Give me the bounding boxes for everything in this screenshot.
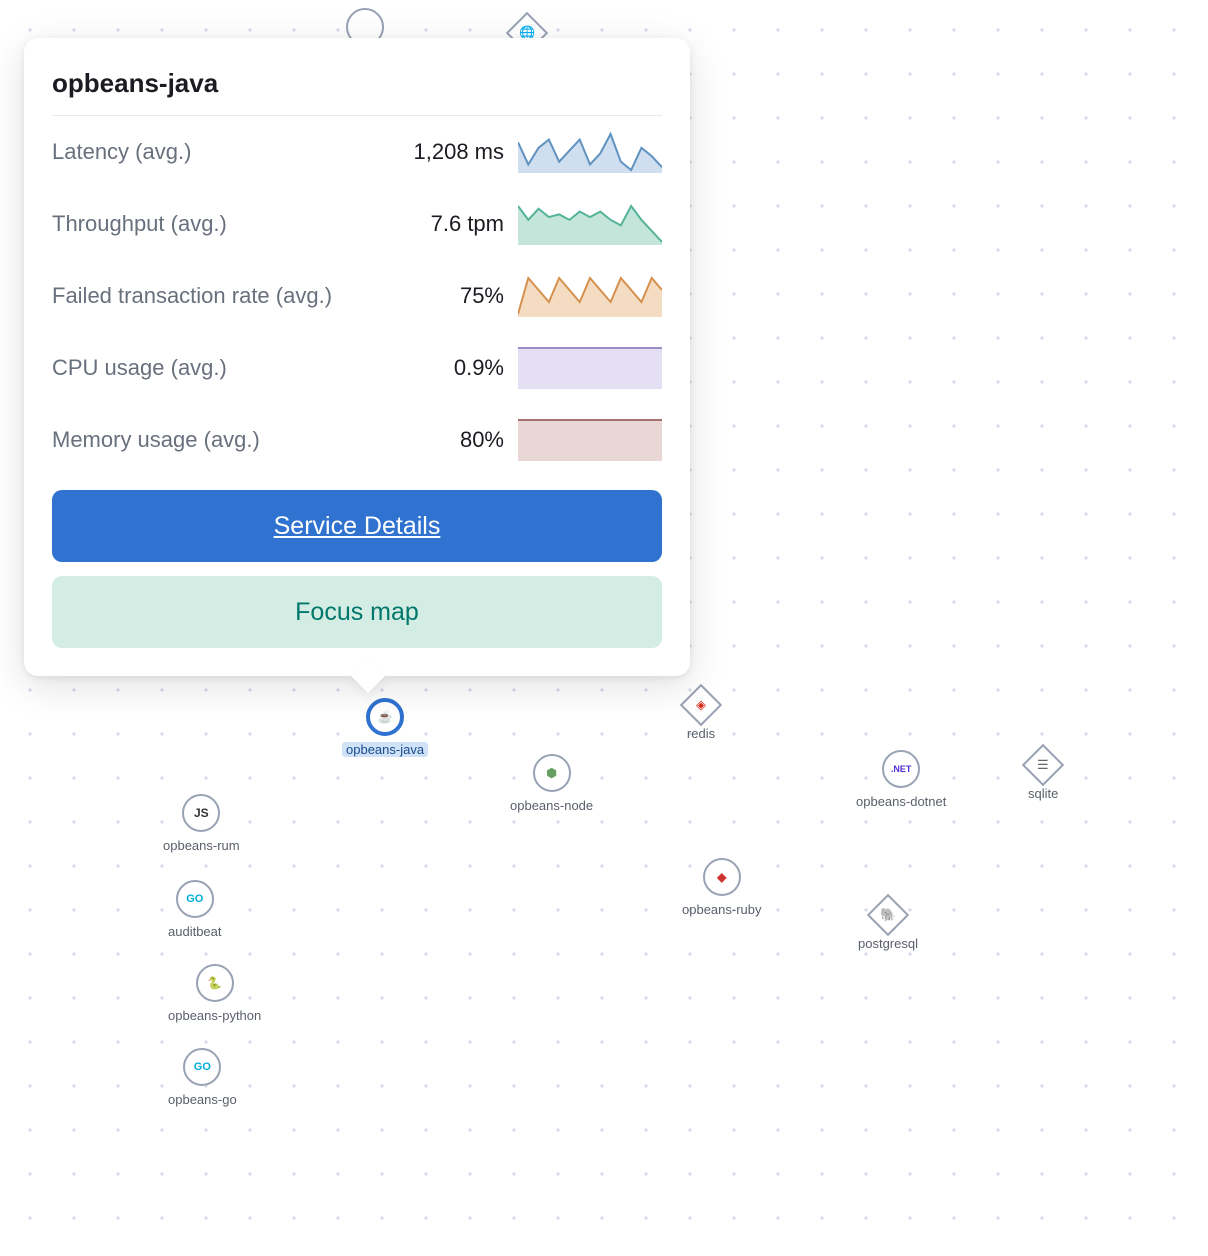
- circle-icon: ◆: [703, 858, 741, 896]
- circle-icon: GO: [176, 880, 214, 918]
- diamond-icon: 🐘: [867, 894, 909, 936]
- node-label: opbeans-node: [510, 798, 593, 813]
- circle-icon: 🐍: [196, 964, 234, 1002]
- node-opbeans-python[interactable]: 🐍 opbeans-python: [168, 964, 261, 1023]
- node-postgresql[interactable]: 🐘postgresql: [858, 900, 918, 951]
- node-label: opbeans-ruby: [682, 902, 762, 917]
- node-label: opbeans-python: [168, 1008, 261, 1023]
- node-redis[interactable]: ◈redis: [686, 690, 716, 741]
- metric-row: Latency (avg.) 1,208 ms: [52, 116, 662, 188]
- node-label: redis: [687, 726, 715, 741]
- popover-tail: [351, 659, 385, 693]
- metric-label: Memory usage (avg.): [52, 427, 446, 453]
- diamond-icon: ◈: [680, 684, 722, 726]
- metric-label: Failed transaction rate (avg.): [52, 283, 446, 309]
- node-opbeans-dotnet[interactable]: .NET opbeans-dotnet: [856, 750, 946, 809]
- node-label: opbeans-java: [342, 742, 428, 757]
- metric-value: 75%: [460, 283, 504, 309]
- node-opbeans-ruby[interactable]: ◆ opbeans-ruby: [682, 858, 762, 917]
- focus-map-button[interactable]: Focus map: [52, 576, 662, 648]
- node-label: opbeans-go: [168, 1092, 237, 1107]
- node-opbeans-java[interactable]: ☕ opbeans-java: [342, 698, 428, 757]
- node-label: auditbeat: [168, 924, 222, 939]
- metric-row: Failed transaction rate (avg.) 75%: [52, 260, 662, 332]
- node-label: postgresql: [858, 936, 918, 951]
- metric-row: Throughput (avg.) 7.6 tpm: [52, 188, 662, 260]
- metric-value: 80%: [460, 427, 504, 453]
- metric-row: Memory usage (avg.) 80%: [52, 404, 662, 476]
- service-map-canvas[interactable]: ☕ opbeans-java JS opbeans-rum GO auditbeat 🐍 op…: [0, 0, 1208, 1256]
- diamond-icon: ☰: [1022, 744, 1064, 786]
- node-opbeans-rum[interactable]: JS opbeans-rum: [163, 794, 240, 853]
- circle-icon: GO: [183, 1048, 221, 1086]
- metric-value: 0.9%: [454, 355, 504, 381]
- node-label: opbeans-rum: [163, 838, 240, 853]
- node-sqlite[interactable]: ☰sqlite: [1028, 750, 1058, 801]
- metric-label: CPU usage (avg.): [52, 355, 440, 381]
- service-details-button[interactable]: Service Details: [52, 490, 662, 562]
- circle-icon: ☕: [366, 698, 404, 736]
- circle-icon: .NET: [882, 750, 920, 788]
- node-label: opbeans-dotnet: [856, 794, 946, 809]
- metric-label: Latency (avg.): [52, 139, 400, 165]
- service-popover: opbeans-java Latency (avg.) 1,208 ms Thr…: [24, 38, 690, 676]
- metric-value: 7.6 tpm: [431, 211, 504, 237]
- popover-title: opbeans-java: [52, 68, 662, 116]
- metric-row: CPU usage (avg.) 0.9%: [52, 332, 662, 404]
- node-opbeans-go[interactable]: GO opbeans-go: [168, 1048, 237, 1107]
- node-opbeans-node[interactable]: ⬢ opbeans-node: [510, 754, 593, 813]
- circle-icon: JS: [182, 794, 220, 832]
- metric-value: 1,208 ms: [414, 139, 505, 165]
- metric-label: Throughput (avg.): [52, 211, 417, 237]
- node-auditbeat[interactable]: GO auditbeat: [168, 880, 222, 939]
- node-label: sqlite: [1028, 786, 1058, 801]
- circle-icon: ⬢: [533, 754, 571, 792]
